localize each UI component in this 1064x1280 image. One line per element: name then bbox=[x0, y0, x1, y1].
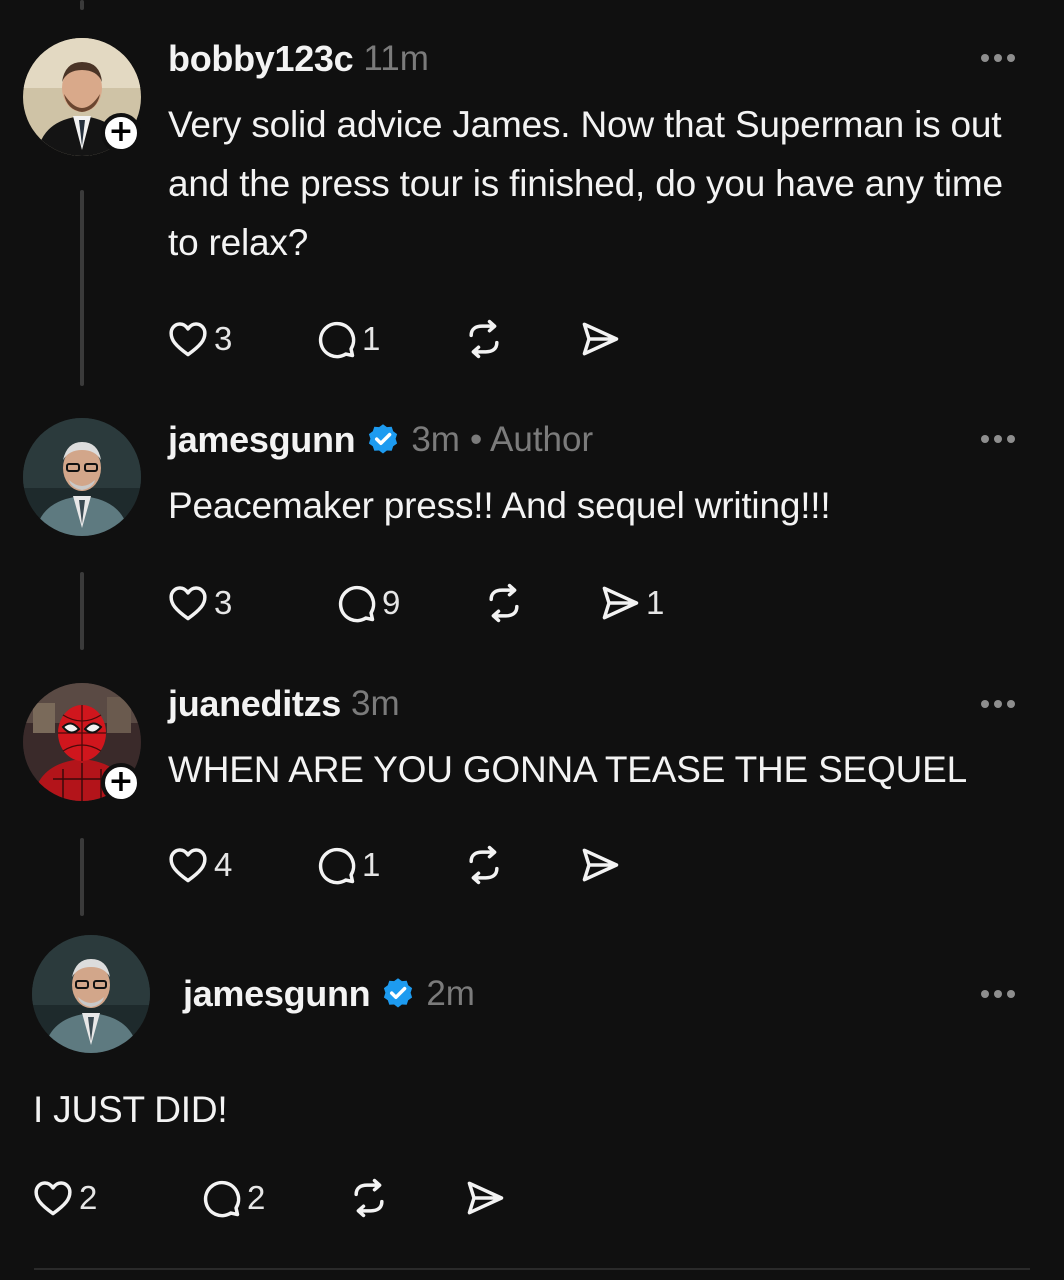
action-bar: 2 2 bbox=[31, 1173, 543, 1223]
heart-icon bbox=[34, 1181, 72, 1216]
heart-icon bbox=[169, 848, 207, 883]
like-button[interactable]: 3 bbox=[166, 578, 334, 628]
share-count: 1 bbox=[646, 584, 665, 621]
repost-button[interactable] bbox=[482, 578, 598, 628]
more-options-icon[interactable] bbox=[973, 429, 1023, 449]
divider bbox=[34, 1268, 1030, 1270]
follow-button[interactable]: + bbox=[101, 763, 141, 803]
verified-badge-icon bbox=[380, 976, 416, 1012]
like-button[interactable]: 2 bbox=[31, 1173, 199, 1223]
reply-count: 9 bbox=[382, 584, 401, 621]
repost-icon bbox=[354, 1178, 384, 1218]
avatar[interactable] bbox=[32, 935, 150, 1053]
thread-screen: + bobby123c 11m Very solid advice James.… bbox=[0, 0, 1064, 1280]
more-options-icon[interactable] bbox=[973, 48, 1023, 68]
reply-bubble-icon bbox=[338, 585, 376, 623]
repost-button[interactable] bbox=[347, 1173, 463, 1223]
send-icon bbox=[602, 586, 639, 620]
username[interactable]: jamesgunn bbox=[183, 973, 371, 1015]
username[interactable]: juaneditzs bbox=[168, 683, 341, 725]
username[interactable]: bobby123c bbox=[168, 38, 354, 80]
heart-icon bbox=[169, 586, 207, 621]
reply-count: 1 bbox=[362, 320, 381, 357]
like-button[interactable]: 3 bbox=[166, 314, 314, 364]
username[interactable]: jamesgunn bbox=[168, 419, 356, 461]
repost-icon bbox=[469, 319, 499, 359]
verified-badge-icon bbox=[365, 422, 401, 458]
action-bar: 4 1 bbox=[166, 840, 658, 890]
repost-button[interactable] bbox=[462, 314, 578, 364]
post-text: I JUST DID! bbox=[33, 1089, 228, 1130]
post-text: WHEN ARE YOU GONNA TEASE THE SEQUEL bbox=[168, 749, 967, 790]
share-button[interactable] bbox=[578, 840, 658, 890]
heart-icon bbox=[169, 322, 207, 357]
post-header: juaneditzs 3m bbox=[168, 682, 400, 726]
like-count: 3 bbox=[214, 584, 233, 621]
reply-bubble-icon bbox=[318, 847, 356, 885]
repost-button[interactable] bbox=[462, 840, 578, 890]
reply-button[interactable]: 2 bbox=[199, 1173, 347, 1223]
follow-button[interactable]: + bbox=[101, 113, 141, 153]
timestamp: 11m bbox=[363, 39, 429, 78]
thread-connector bbox=[80, 0, 84, 10]
reply-bubble-icon bbox=[318, 321, 356, 359]
reply-count: 2 bbox=[247, 1179, 266, 1216]
share-button[interactable] bbox=[463, 1173, 543, 1223]
thread-connector bbox=[80, 190, 84, 386]
post-text: Peacemaker press!! And sequel writing!!! bbox=[168, 485, 831, 526]
share-button[interactable]: 1 bbox=[598, 578, 718, 628]
like-count: 4 bbox=[214, 846, 233, 883]
action-bar: 3 9 1 bbox=[166, 578, 718, 628]
timestamp: 2m bbox=[426, 974, 475, 1013]
author-tag: • Author bbox=[469, 420, 594, 459]
like-count: 3 bbox=[214, 320, 233, 357]
repost-icon bbox=[489, 583, 519, 623]
action-bar: 3 1 bbox=[166, 314, 658, 364]
plus-icon: + bbox=[108, 114, 134, 149]
reply-button[interactable]: 1 bbox=[314, 314, 462, 364]
thread-connector bbox=[80, 838, 84, 916]
plus-icon: + bbox=[108, 764, 134, 799]
more-options-icon[interactable] bbox=[973, 984, 1023, 1004]
timestamp: 3m bbox=[411, 420, 460, 459]
like-button[interactable]: 4 bbox=[166, 840, 314, 890]
send-icon bbox=[467, 1181, 504, 1215]
reply-count: 1 bbox=[362, 846, 381, 883]
post-header: bobby123c 11m bbox=[168, 37, 429, 81]
more-options-icon[interactable] bbox=[973, 694, 1023, 714]
send-icon bbox=[582, 848, 619, 882]
like-count: 2 bbox=[79, 1179, 98, 1216]
reply-bubble-icon bbox=[203, 1180, 241, 1218]
reply-button[interactable]: 1 bbox=[314, 840, 462, 890]
avatar[interactable] bbox=[23, 418, 141, 536]
repost-icon bbox=[469, 845, 499, 885]
post-header: jamesgunn 3m • Author bbox=[168, 418, 593, 462]
timestamp: 3m bbox=[351, 684, 400, 723]
share-button[interactable] bbox=[578, 314, 658, 364]
send-icon bbox=[582, 322, 619, 356]
thread-connector bbox=[80, 572, 84, 650]
post-header: jamesgunn 2m bbox=[183, 972, 475, 1016]
reply-button[interactable]: 9 bbox=[334, 578, 482, 628]
post-text: Very solid advice James. Now that Superm… bbox=[168, 104, 1003, 263]
